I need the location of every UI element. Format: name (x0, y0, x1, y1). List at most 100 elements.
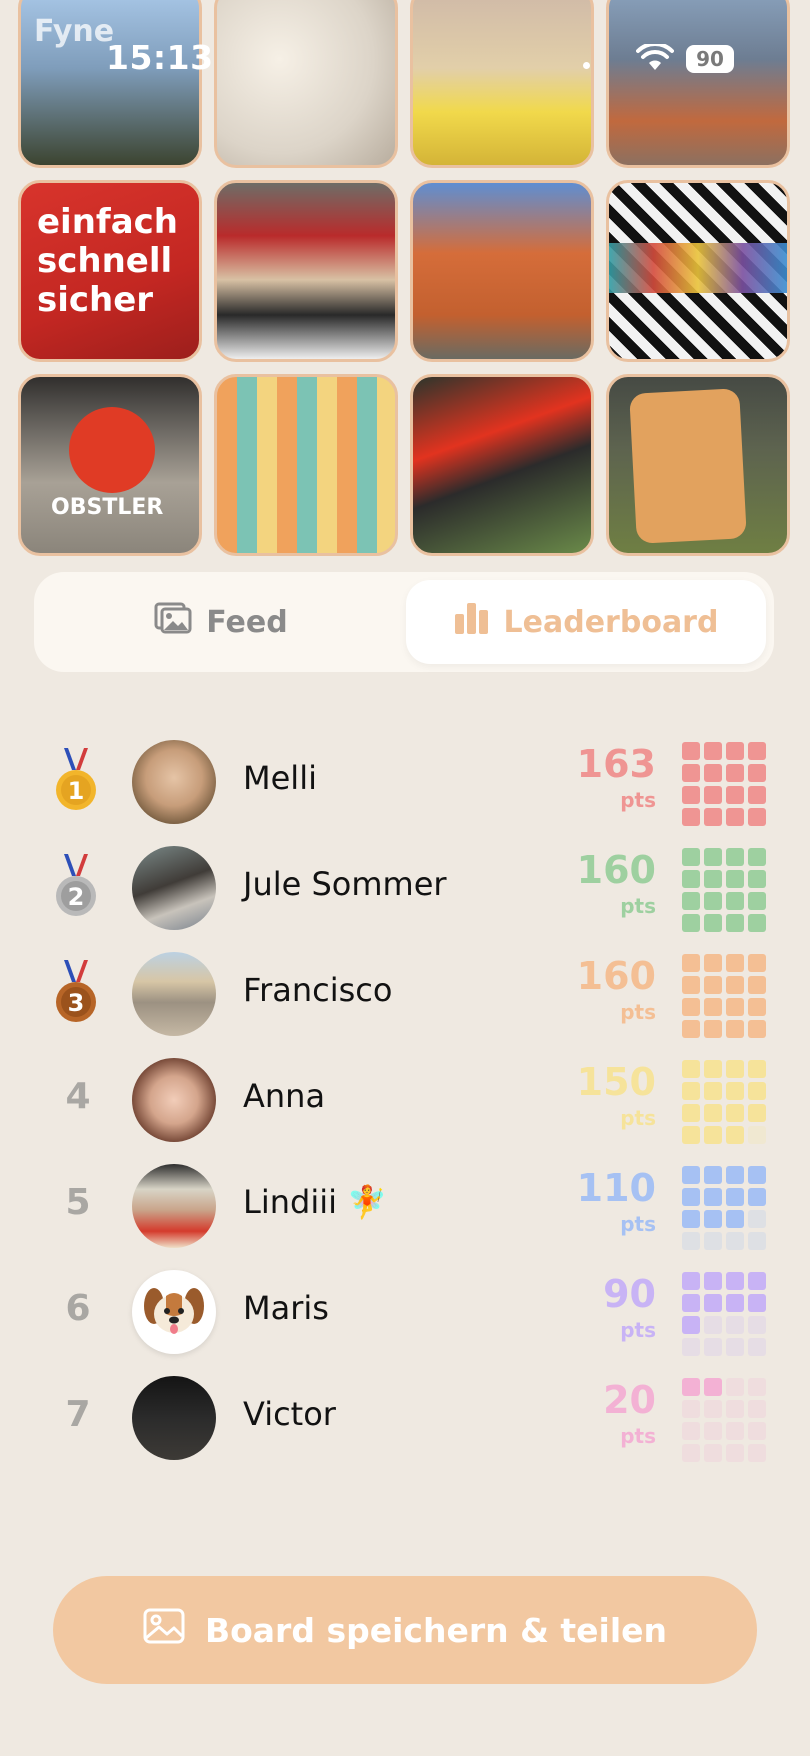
progress-square-filled (748, 1082, 766, 1100)
leaderboard-row[interactable]: 6 Maris 90 pts (0, 1262, 810, 1362)
photo-4[interactable] (606, 0, 790, 168)
progress-square-filled (682, 1294, 700, 1312)
progress-square-filled (704, 848, 722, 866)
progress-square-filled (682, 764, 700, 782)
wifi-icon (636, 41, 674, 76)
progress-square-filled (726, 742, 744, 760)
progress-square-filled (704, 1166, 722, 1184)
progress-square-filled (682, 848, 700, 866)
svg-text:2: 2 (68, 883, 85, 911)
progress-square-filled (726, 914, 744, 932)
progress-square-filled (726, 954, 744, 972)
photo-9[interactable]: OBSTLER (18, 374, 202, 556)
progress-square-filled (704, 1060, 722, 1078)
user-name: Melli (243, 759, 317, 797)
avatar[interactable] (132, 846, 216, 930)
points-unit: pts (620, 788, 656, 812)
points-value: 160 (576, 954, 656, 998)
photo-6[interactable] (214, 180, 398, 362)
progress-square-filled (726, 976, 744, 994)
progress-square-filled (682, 1188, 700, 1206)
avatar[interactable] (132, 1164, 216, 1248)
user-name: Anna (243, 1077, 326, 1115)
progress-grid (682, 1272, 766, 1356)
photo-7[interactable] (410, 180, 594, 362)
photo-11[interactable] (410, 374, 594, 556)
progress-square-filled (682, 808, 700, 826)
silver-medal-icon: 2 (54, 854, 98, 924)
progress-square-filled (726, 1060, 744, 1078)
progress-square-filled (726, 786, 744, 804)
progress-square-empty (704, 1444, 722, 1462)
progress-square-filled (682, 786, 700, 804)
progress-square-filled (682, 742, 700, 760)
image-icon (154, 602, 192, 642)
avatar[interactable] (132, 1376, 216, 1460)
rank-number: 7 (65, 1394, 91, 1435)
progress-square-filled (704, 1104, 722, 1122)
progress-square-filled (726, 1272, 744, 1290)
points-value: 90 (603, 1272, 656, 1316)
leaderboard-row[interactable]: 7 Victor 20 pts (0, 1368, 810, 1468)
avatar[interactable] (132, 740, 216, 824)
points-unit: pts (620, 1000, 656, 1024)
progress-square-empty (726, 1400, 744, 1418)
avatar[interactable] (132, 1270, 216, 1354)
bronze-medal-icon: 3 (54, 960, 98, 1030)
leaderboard-row[interactable]: 4 Anna 150 pts (0, 1050, 810, 1150)
progress-square-filled (704, 1378, 722, 1396)
photo-12[interactable] (606, 374, 790, 556)
progress-square-filled (704, 998, 722, 1016)
points-unit: pts (620, 894, 656, 918)
leaderboard-row[interactable]: 3 Francisco 160 pts (0, 944, 810, 1044)
progress-square-filled (682, 1082, 700, 1100)
progress-square-filled (704, 786, 722, 804)
progress-square-filled (682, 954, 700, 972)
progress-square-empty (748, 1232, 766, 1250)
progress-grid (682, 1166, 766, 1250)
progress-grid (682, 742, 766, 826)
rank-number: 5 (65, 1182, 91, 1223)
progress-square-filled (748, 1188, 766, 1206)
progress-grid (682, 954, 766, 1038)
progress-square-empty (682, 1338, 700, 1356)
photo-8[interactable] (606, 180, 790, 362)
save-share-board-button[interactable]: Board speichern & teilen (53, 1576, 757, 1684)
photo-2[interactable] (214, 0, 398, 168)
progress-square-filled (704, 742, 722, 760)
progress-square-filled (704, 1272, 722, 1290)
progress-square-filled (704, 870, 722, 888)
status-time: 15:13 (106, 38, 214, 77)
points-value: 20 (603, 1378, 656, 1422)
photo-10[interactable] (214, 374, 398, 556)
progress-square-empty (748, 1422, 766, 1440)
photo-8-color-band (609, 243, 787, 293)
avatar[interactable] (132, 1058, 216, 1142)
progress-square-filled (748, 870, 766, 888)
photo-grid: einfach schnell sicher OBSTLER (18, 0, 792, 556)
leaderboard-row[interactable]: 1 Melli 163 pts (0, 732, 810, 832)
progress-square-filled (704, 892, 722, 910)
photo-3[interactable] (410, 0, 594, 168)
leaderboard-row[interactable]: 5 Lindiii 🧚 110 pts (0, 1156, 810, 1256)
progress-square-empty (704, 1338, 722, 1356)
avatar[interactable] (132, 952, 216, 1036)
progress-square-filled (726, 1188, 744, 1206)
progress-square-empty (748, 1444, 766, 1462)
photo-1[interactable] (18, 0, 202, 168)
progress-square-filled (682, 1060, 700, 1078)
tab-feed[interactable]: Feed (42, 580, 400, 664)
progress-square-filled (726, 764, 744, 782)
progress-square-filled (748, 1020, 766, 1038)
leaderboard-row[interactable]: 2 Jule Sommer 160 pts (0, 838, 810, 938)
progress-square-filled (682, 1316, 700, 1334)
progress-square-filled (726, 848, 744, 866)
progress-square-empty (682, 1444, 700, 1462)
photo-5-text: einfach schnell sicher (37, 202, 179, 321)
progress-square-empty (704, 1400, 722, 1418)
progress-square-empty (704, 1316, 722, 1334)
progress-square-filled (704, 1082, 722, 1100)
progress-square-empty (726, 1316, 744, 1334)
photo-5[interactable]: einfach schnell sicher (18, 180, 202, 362)
tab-leaderboard[interactable]: Leaderboard (406, 580, 766, 664)
